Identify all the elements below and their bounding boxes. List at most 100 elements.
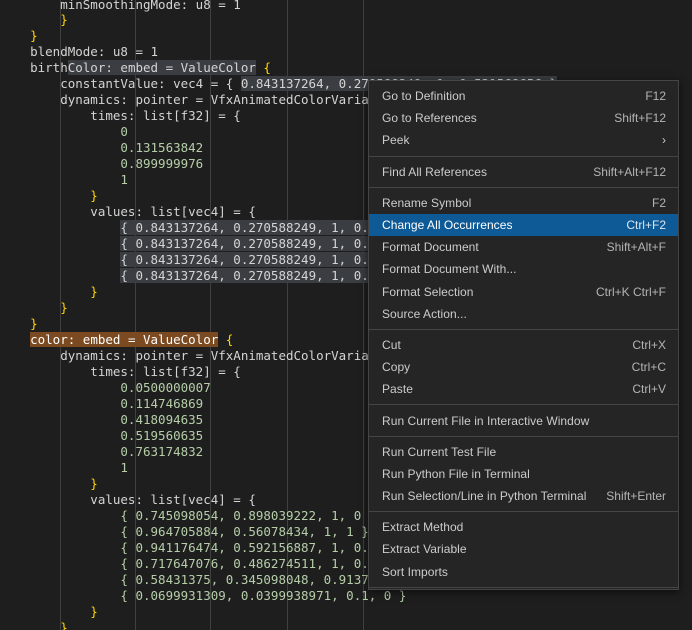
code-token: }	[0, 620, 68, 630]
menu-item-label: Change All Occurrences	[382, 218, 610, 232]
code-token: 0.763174832	[0, 444, 203, 459]
code-token: { 0.717647076, 0.486274511, 1, 0.8 }	[0, 556, 391, 571]
menu-item-extract-variable[interactable]: Extract Variable	[369, 538, 678, 560]
code-token: { 0.745098054, 0.898039222, 1, 0 }	[0, 508, 376, 523]
code-token: times: list[f32] = {	[0, 364, 241, 379]
menu-item-extract-method[interactable]: Extract Method	[369, 516, 678, 538]
code-token: {	[256, 60, 271, 75]
code-line[interactable]: }	[0, 620, 692, 630]
menu-item-label: Paste	[382, 382, 616, 396]
menu-item-shortcut: Ctrl+K Ctrl+F	[596, 285, 666, 299]
menu-item-sort-imports[interactable]: Sort Imports	[369, 561, 678, 583]
code-token: }	[0, 28, 38, 43]
code-token	[0, 236, 120, 251]
code-line[interactable]: }	[0, 604, 692, 620]
menu-item-label: Run Current Test File	[382, 445, 666, 459]
menu-item-label: Run Python File in Terminal	[382, 467, 666, 481]
menu-item-label: Format Document	[382, 240, 591, 254]
menu-item-run-current-test-file[interactable]: Run Current Test File	[369, 441, 678, 463]
menu-item-shortcut: Ctrl+V	[632, 382, 666, 396]
code-line[interactable]: }	[0, 28, 692, 44]
menu-item-find-all-references[interactable]: Find All References Shift+Alt+F12	[369, 161, 678, 183]
menu-item-label: Rename Symbol	[382, 196, 636, 210]
menu-item-label: Go to References	[382, 111, 598, 125]
code-token: constantValue: vec4 = {	[0, 76, 241, 91]
menu-item-go-to-definition[interactable]: Go to Definition F12	[369, 85, 678, 107]
code-token: }	[0, 12, 68, 27]
code-token: }	[0, 300, 68, 315]
menu-item-run-current-file-in-interactive-window[interactable]: Run Current File in Interactive Window	[369, 409, 678, 431]
code-token: 0.418094635	[0, 412, 203, 427]
menu-item-format-document[interactable]: Format Document Shift+Alt+F	[369, 236, 678, 258]
menu-item-shortcut: Ctrl+X	[632, 338, 666, 352]
menu-item-copy[interactable]: Copy Ctrl+C	[369, 356, 678, 378]
menu-item-rename-symbol[interactable]: Rename Symbol F2	[369, 192, 678, 214]
menu-item-shortcut: Shift+Enter	[606, 489, 666, 503]
code-token: 0.131563842	[0, 140, 203, 155]
code-token: { 0.964705884, 0.56078434, 1, 1 }	[0, 524, 369, 539]
menu-item-label: Extract Method	[382, 520, 666, 534]
menu-item-label: Source Action...	[382, 307, 666, 321]
editor-context-menu[interactable]: Go to Definition F12 Go to References Shift…	[368, 80, 679, 590]
code-token: 1	[0, 460, 128, 475]
menu-item-source-action[interactable]: Source Action...	[369, 303, 678, 325]
code-token	[0, 220, 120, 235]
menu-item-shortcut: Shift+Alt+F	[607, 240, 666, 254]
menu-item-shortcut: F2	[652, 196, 666, 210]
menu-separator	[369, 329, 678, 330]
code-line[interactable]: minSmoothingMode: u8 = 1	[0, 0, 692, 12]
code-line[interactable]: { 0.0699931309, 0.0399938971, 0.1, 0 }	[0, 588, 692, 604]
code-token: Color: embed = ValueColor	[68, 60, 256, 75]
menu-separator	[369, 511, 678, 512]
code-token: times: list[f32] = {	[0, 108, 241, 123]
menu-item-label: Copy	[382, 360, 616, 374]
code-token: minSmoothingMode: u8 = 1	[0, 0, 241, 12]
code-line[interactable]: }	[0, 12, 692, 28]
code-token: birth	[0, 60, 68, 75]
menu-item-label: Format Document With...	[382, 262, 666, 276]
menu-item-shortcut: Ctrl+F2	[626, 218, 666, 232]
code-token	[0, 268, 120, 283]
menu-separator	[369, 187, 678, 188]
code-token: 1	[0, 172, 128, 187]
code-token: 0.519560635	[0, 428, 203, 443]
code-token	[0, 252, 120, 267]
menu-item-format-selection[interactable]: Format SelectionCtrl+K Ctrl+F	[369, 281, 678, 303]
menu-item-go-to-references[interactable]: Go to References Shift+F12	[369, 107, 678, 129]
menu-separator	[369, 404, 678, 405]
code-line[interactable]: blendMode: u8 = 1	[0, 44, 692, 60]
code-token: 0	[0, 124, 128, 139]
menu-item-shortcut: Shift+F12	[614, 111, 666, 125]
code-token: 0.899999976	[0, 156, 203, 171]
code-token: 0.0500000007	[0, 380, 211, 395]
menu-item-cut[interactable]: Cut Ctrl+X	[369, 334, 678, 356]
code-token: values: list[vec4] = {	[0, 204, 256, 219]
code-token: }	[0, 476, 98, 491]
menu-item-shortcut: F12	[645, 89, 666, 103]
menu-item-paste[interactable]: Paste Ctrl+V	[369, 378, 678, 400]
menu-item-label: Cut	[382, 338, 616, 352]
menu-item-peek[interactable]: Peek›	[369, 129, 678, 151]
menu-separator	[369, 436, 678, 437]
menu-item-change-all-occurrences[interactable]: Change All Occurrences Ctrl+F2	[369, 214, 678, 236]
code-token: values: list[vec4] = {	[0, 492, 256, 507]
chevron-right-icon: ›	[662, 133, 666, 147]
code-token: blendMode: u8 = 1	[0, 44, 158, 59]
code-token	[0, 332, 30, 347]
menu-item-shortcut: Shift+Alt+F12	[593, 165, 666, 179]
menu-separator	[369, 587, 678, 588]
code-token: }	[0, 604, 98, 619]
menu-item-label: Go to Definition	[382, 89, 629, 103]
code-token: {	[218, 332, 233, 347]
code-token: { 0.0699931309, 0.0399938971, 0.1, 0 }	[0, 588, 406, 603]
menu-separator	[369, 156, 678, 157]
menu-item-shortcut: Ctrl+C	[632, 360, 666, 374]
code-token: 0.114746869	[0, 396, 203, 411]
menu-item-label: Find All References	[382, 165, 577, 179]
code-line[interactable]: birthColor: embed = ValueColor {	[0, 60, 692, 76]
menu-item-run-python-file-in-terminal[interactable]: Run Python File in Terminal	[369, 463, 678, 485]
menu-item-format-document-with[interactable]: Format Document With...	[369, 258, 678, 280]
menu-item-run-selection-line-in-python-terminal[interactable]: Run Selection/Line in Python TerminalShi…	[369, 485, 678, 507]
code-token: }	[0, 188, 98, 203]
menu-item-label: Extract Variable	[382, 542, 666, 556]
